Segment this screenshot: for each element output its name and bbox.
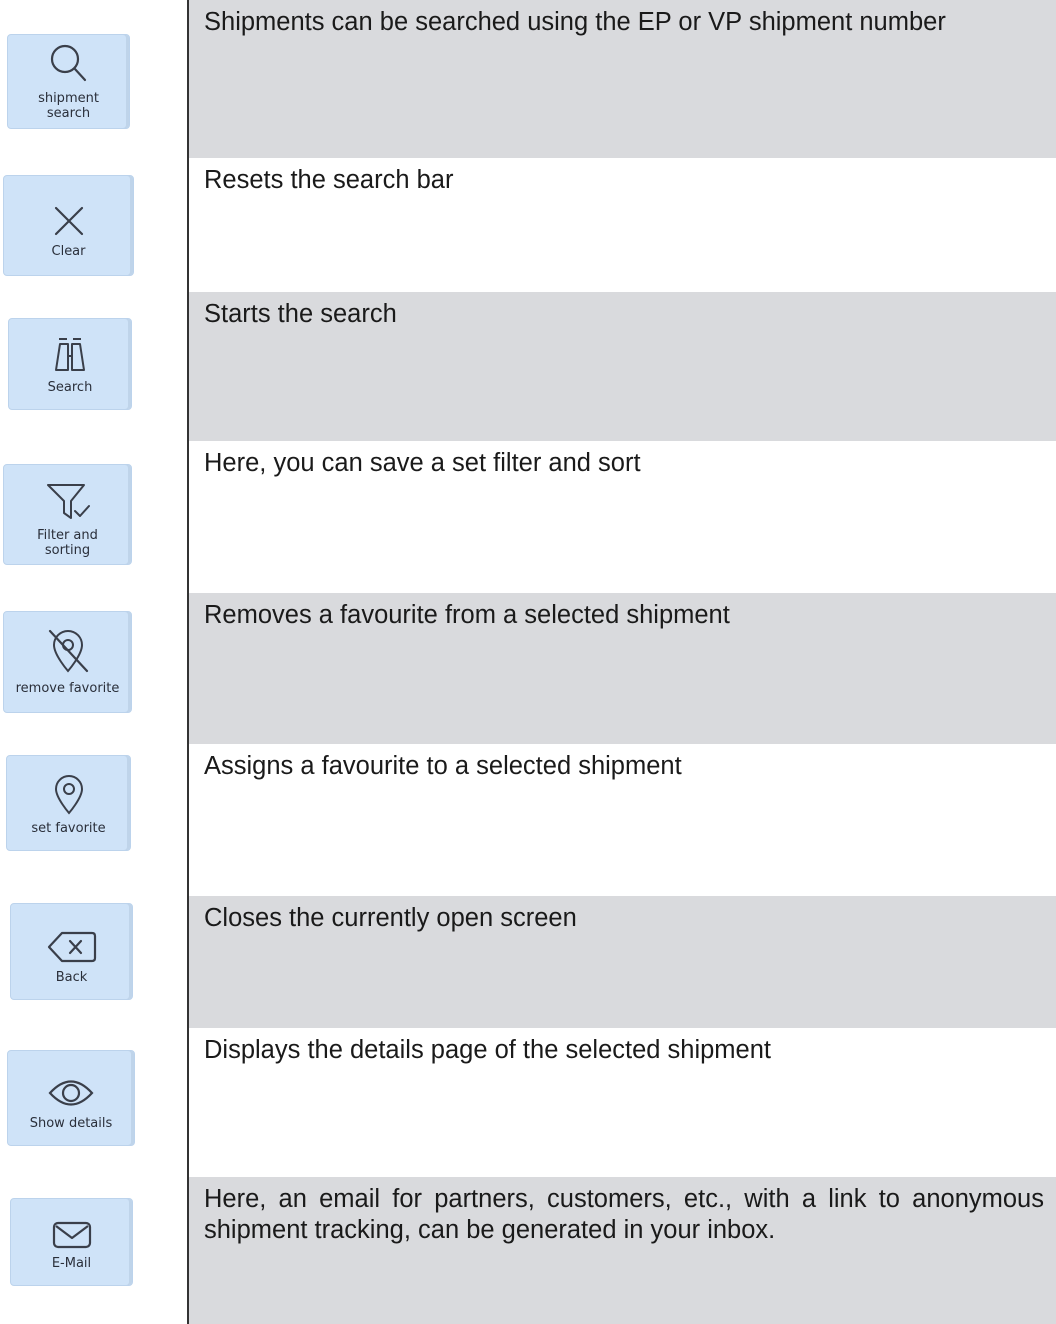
email-button[interactable]: E-Mail xyxy=(10,1198,133,1286)
description-row-email: Here, an email for partners, customers, … xyxy=(189,1177,1056,1324)
show-details-button[interactable]: Show details xyxy=(7,1050,135,1146)
button-label: shipment search xyxy=(38,91,99,121)
envelope-icon xyxy=(51,1220,93,1256)
search-button[interactable]: Search xyxy=(8,318,132,410)
search-icon xyxy=(45,41,93,91)
binoculars-icon xyxy=(50,336,90,380)
description-row-shipment-search: Shipments can be searched using the EP o… xyxy=(189,0,1056,158)
backspace-icon xyxy=(46,930,98,970)
description-text: Here, an email for partners, customers, … xyxy=(204,1185,1044,1244)
description-text: Closes the currently open screen xyxy=(204,904,577,932)
button-label: Back xyxy=(55,970,88,985)
button-label: Clear xyxy=(51,244,86,259)
description-text: Resets the search bar xyxy=(204,166,454,194)
shipment-search-button[interactable]: shipment search xyxy=(7,34,130,129)
close-icon xyxy=(52,204,86,244)
description-row-remove-favorite: Removes a favourite from a selected ship… xyxy=(189,593,1056,744)
button-label: Show details xyxy=(29,1116,113,1131)
filter-check-icon xyxy=(45,482,91,528)
set-favorite-button[interactable]: set favorite xyxy=(6,755,131,851)
clear-button[interactable]: Clear xyxy=(3,175,134,276)
button-label: remove favorite xyxy=(15,681,120,696)
eye-icon xyxy=(47,1076,95,1116)
description-text: Displays the details page of the selecte… xyxy=(204,1036,772,1064)
description-row-search: Starts the search xyxy=(189,292,1056,441)
description-row-clear: Resets the search bar xyxy=(189,158,1056,292)
description-text: Here, you can save a set filter and sort xyxy=(204,449,641,477)
button-label: Filter and sorting xyxy=(37,528,98,558)
remove-favorite-button[interactable]: remove favorite xyxy=(3,611,132,713)
location-pin-off-icon xyxy=(45,627,91,681)
description-row-show-details: Displays the details page of the selecte… xyxy=(189,1028,1056,1177)
description-row-back: Closes the currently open screen xyxy=(189,896,1056,1028)
filter-and-sorting-button[interactable]: Filter and sorting xyxy=(3,464,132,565)
description-text: Removes a favourite from a selected ship… xyxy=(204,601,730,629)
back-button[interactable]: Back xyxy=(10,903,133,1000)
description-row-filter: Here, you can save a set filter and sort xyxy=(189,441,1056,593)
description-row-set-favorite: Assigns a favourite to a selected shipme… xyxy=(189,744,1056,896)
button-label: set favorite xyxy=(31,821,106,836)
description-text: Starts the search xyxy=(204,300,397,328)
button-label: Search xyxy=(47,380,93,395)
description-text: Assigns a favourite to a selected shipme… xyxy=(204,752,682,780)
button-label: E-Mail xyxy=(51,1256,92,1271)
location-pin-icon xyxy=(52,773,86,821)
description-text: Shipments can be searched using the EP o… xyxy=(204,8,946,36)
